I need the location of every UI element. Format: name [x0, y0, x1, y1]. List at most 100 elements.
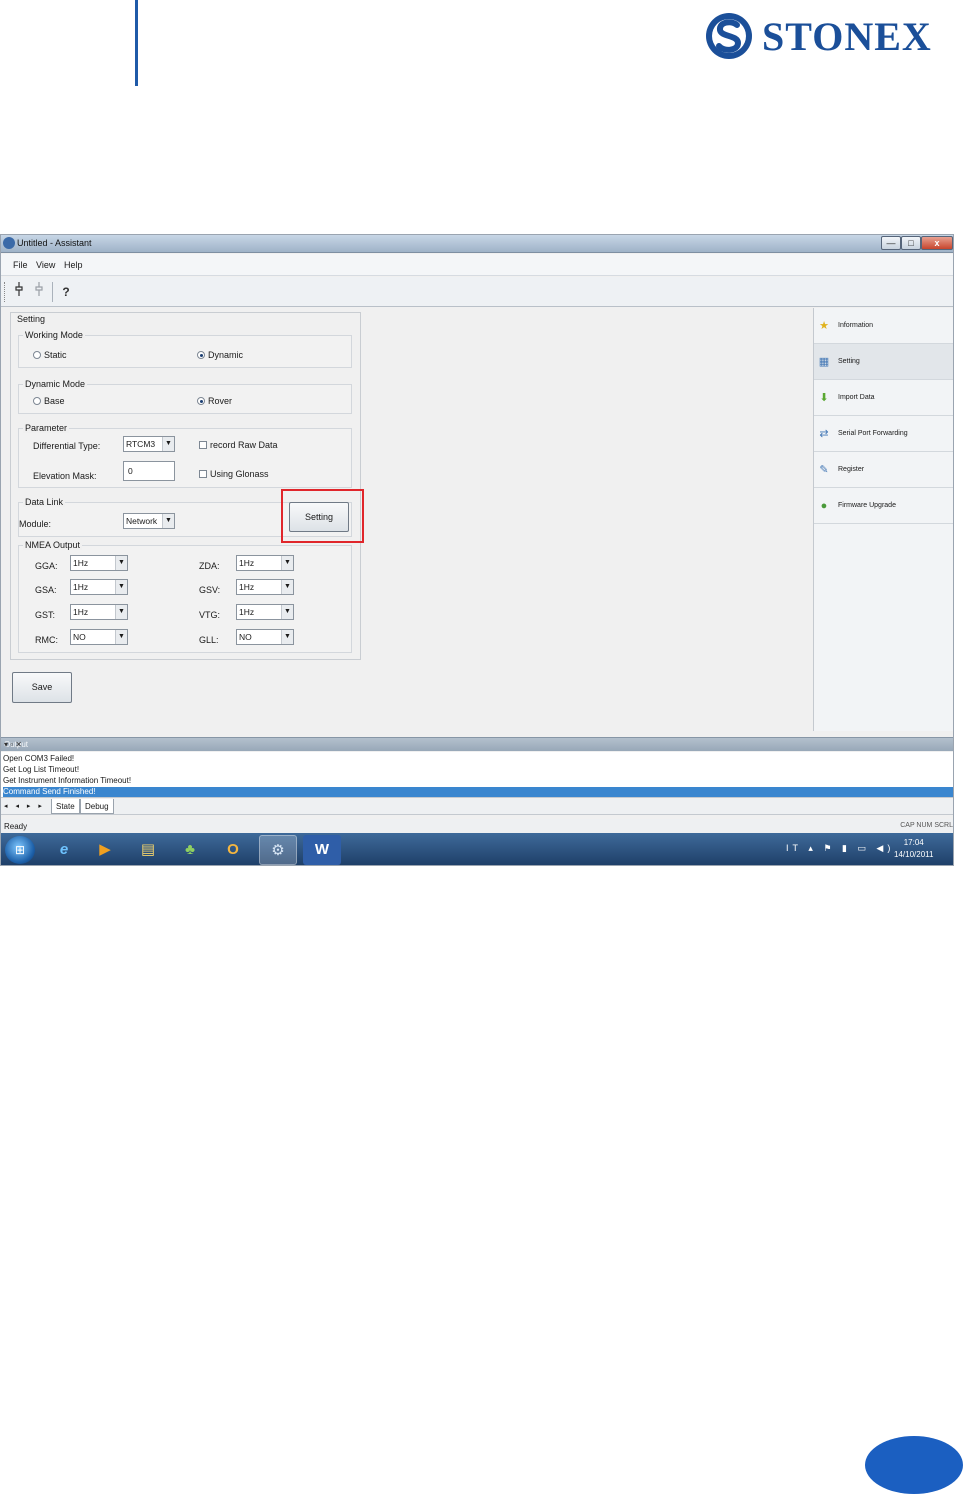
- radio-rover[interactable]: Rover: [197, 396, 232, 406]
- chevron-down-icon: ▼: [115, 630, 127, 644]
- internet-explorer-icon[interactable]: e: [45, 835, 83, 865]
- nav-item-serial-port-forwarding[interactable]: ⇄ Serial Port Forwarding: [814, 416, 953, 452]
- nmea-gll-select[interactable]: NO ▼: [236, 629, 294, 645]
- help-icon[interactable]: ?: [56, 281, 76, 303]
- nmea-vtg-select[interactable]: 1Hz ▼: [236, 604, 294, 620]
- setting-icon: ▦: [818, 355, 830, 368]
- setting-panel: Setting Working Mode Static Dynamic Dyna…: [10, 312, 361, 660]
- nmea-zda-select[interactable]: 1Hz ▼: [236, 555, 294, 571]
- menu-view[interactable]: View: [36, 260, 55, 270]
- working-mode-label: Working Mode: [23, 330, 85, 340]
- chevron-down-icon: ▼: [115, 605, 127, 619]
- chevron-down-icon: ▼: [281, 556, 293, 570]
- status-bar: Ready CAP NUM SCRL: [1, 819, 953, 833]
- clock[interactable]: 17:04 14/10/2011: [894, 837, 933, 861]
- nav-item-label: Firmware Upgrade: [838, 502, 896, 509]
- chevron-down-icon: ▼: [115, 580, 127, 594]
- radio-dynamic[interactable]: Dynamic: [197, 350, 243, 360]
- nmea-gsa-select[interactable]: 1Hz ▼: [70, 579, 128, 595]
- log-line: Open COM3 Failed!: [3, 754, 75, 763]
- maximize-button[interactable]: □: [901, 236, 921, 250]
- log-line: Get Instrument Information Timeout!: [3, 776, 132, 785]
- right-nav: ★ Information ▦ Setting ⬇ Import Data ⇄ …: [813, 308, 953, 731]
- chevron-down-icon: ▼: [115, 556, 127, 570]
- output-tab-bar: ◂ ◂ ▸ ▸ State Debug: [1, 799, 953, 815]
- nav-item-register[interactable]: ✎ Register: [814, 452, 953, 488]
- menu-file[interactable]: File: [13, 260, 28, 270]
- file-explorer-icon[interactable]: ▤: [129, 835, 167, 865]
- nmea-output-label: NMEA Output: [23, 540, 83, 550]
- assistant-app-icon[interactable]: ⚙: [259, 835, 297, 865]
- toolbar: ?: [1, 277, 953, 307]
- radio-base[interactable]: Base: [33, 396, 65, 406]
- nmea-vtg-label: VTG:: [199, 610, 221, 620]
- nmea-gsv-label: GSV:: [199, 585, 221, 595]
- elevation-mask-label: Elevation Mask:: [33, 471, 97, 481]
- differential-type-select[interactable]: RTCM3 ▼: [123, 436, 175, 452]
- nmea-gsv-select[interactable]: 1Hz ▼: [236, 579, 294, 595]
- outlook-icon[interactable]: O: [214, 835, 252, 865]
- nav-item-setting[interactable]: ▦ Setting: [814, 344, 953, 380]
- app-icon: [3, 237, 15, 249]
- dynamic-mode-label: Dynamic Mode: [23, 379, 88, 389]
- title-bar: Untitled - Assistant — □ x: [1, 235, 953, 253]
- tab-scroll-arrows[interactable]: ◂ ◂ ▸ ▸: [4, 802, 45, 810]
- word-icon[interactable]: W: [303, 835, 341, 865]
- nav-item-label: Setting: [838, 358, 860, 365]
- start-button[interactable]: ⊞: [5, 836, 35, 864]
- log-line-selected[interactable]: Command Send Finished!: [3, 787, 953, 797]
- nav-item-firmware-upgrade[interactable]: ● Firmware Upgrade: [814, 488, 953, 524]
- radio-static[interactable]: Static: [33, 350, 67, 360]
- windows-taskbar: ⊞ e ▶ ▤ ♣ O ⚙ W IT ▴ ⚑ ▮ ▭ ◀) 17:04 14/1…: [1, 833, 953, 865]
- menu-help[interactable]: Help: [64, 260, 83, 270]
- highlight-box: [281, 489, 364, 543]
- close-button[interactable]: x: [921, 236, 953, 250]
- setting-panel-title: Setting: [17, 314, 46, 324]
- module-select[interactable]: Network ▼: [123, 513, 175, 529]
- clock-time: 17:04: [903, 838, 924, 847]
- elevation-mask-input[interactable]: 0: [123, 461, 175, 481]
- nmea-zda-label: ZDA:: [199, 561, 220, 571]
- register-icon: ✎: [819, 463, 829, 476]
- chevron-down-icon: ▼: [281, 605, 293, 619]
- dynamic-mode-group: Dynamic Mode Base Rover: [18, 379, 352, 414]
- window-title: Untitled - Assistant: [17, 238, 92, 248]
- disconnect-icon[interactable]: [29, 281, 49, 303]
- nav-item-import-data[interactable]: ⬇ Import Data: [814, 380, 953, 416]
- nmea-gst-label: GST:: [35, 610, 56, 620]
- minimize-button[interactable]: —: [881, 236, 901, 250]
- output-log[interactable]: Open COM3 Failed! Get Log List Timeout! …: [1, 752, 953, 798]
- differential-type-label: Differential Type:: [33, 441, 101, 451]
- language-indicator[interactable]: IT: [786, 843, 802, 853]
- nav-item-information[interactable]: ★ Information: [814, 308, 953, 344]
- users-icon[interactable]: ♣: [171, 835, 209, 865]
- connect-icon[interactable]: [9, 281, 29, 303]
- using-glonass-checkbox[interactable]: Using Glonass: [199, 469, 269, 479]
- chevron-down-icon: ▼: [162, 437, 174, 451]
- star-icon: ★: [819, 319, 829, 332]
- tab-debug[interactable]: Debug: [80, 799, 114, 814]
- module-label: Module:: [19, 519, 52, 529]
- parameter-label: Parameter: [23, 423, 70, 433]
- media-player-icon[interactable]: ▶: [86, 835, 124, 865]
- tray-icons[interactable]: ▴ ⚑ ▮ ▭ ◀): [808, 843, 894, 853]
- stonex-logo-icon: [706, 13, 752, 59]
- nmea-rmc-label: RMC:: [35, 635, 58, 645]
- output-pane-controls[interactable]: ▾ ▫ ✕: [4, 740, 949, 749]
- keyboard-indicators: CAP NUM SCRL: [900, 822, 953, 829]
- toolbar-grip[interactable]: [4, 282, 6, 302]
- nmea-rmc-select[interactable]: NO ▼: [70, 629, 128, 645]
- nmea-gst-select[interactable]: 1Hz ▼: [70, 604, 128, 620]
- working-mode-group: Working Mode Static Dynamic: [18, 330, 352, 368]
- menu-bar: File View Help: [1, 254, 953, 276]
- record-raw-data-checkbox[interactable]: record Raw Data: [199, 440, 278, 450]
- save-button[interactable]: Save: [12, 672, 72, 703]
- tab-state[interactable]: State: [51, 799, 80, 814]
- system-tray[interactable]: IT ▴ ⚑ ▮ ▭ ◀): [786, 843, 894, 854]
- nav-item-label: Serial Port Forwarding: [838, 430, 908, 437]
- parameter-group: Parameter Differential Type: RTCM3 ▼ reco…: [18, 423, 352, 488]
- nav-item-label: Information: [838, 322, 874, 329]
- toolbar-separator: [52, 282, 53, 302]
- nmea-gga-select[interactable]: 1Hz ▼: [70, 555, 128, 571]
- firmware-icon: ●: [820, 499, 828, 512]
